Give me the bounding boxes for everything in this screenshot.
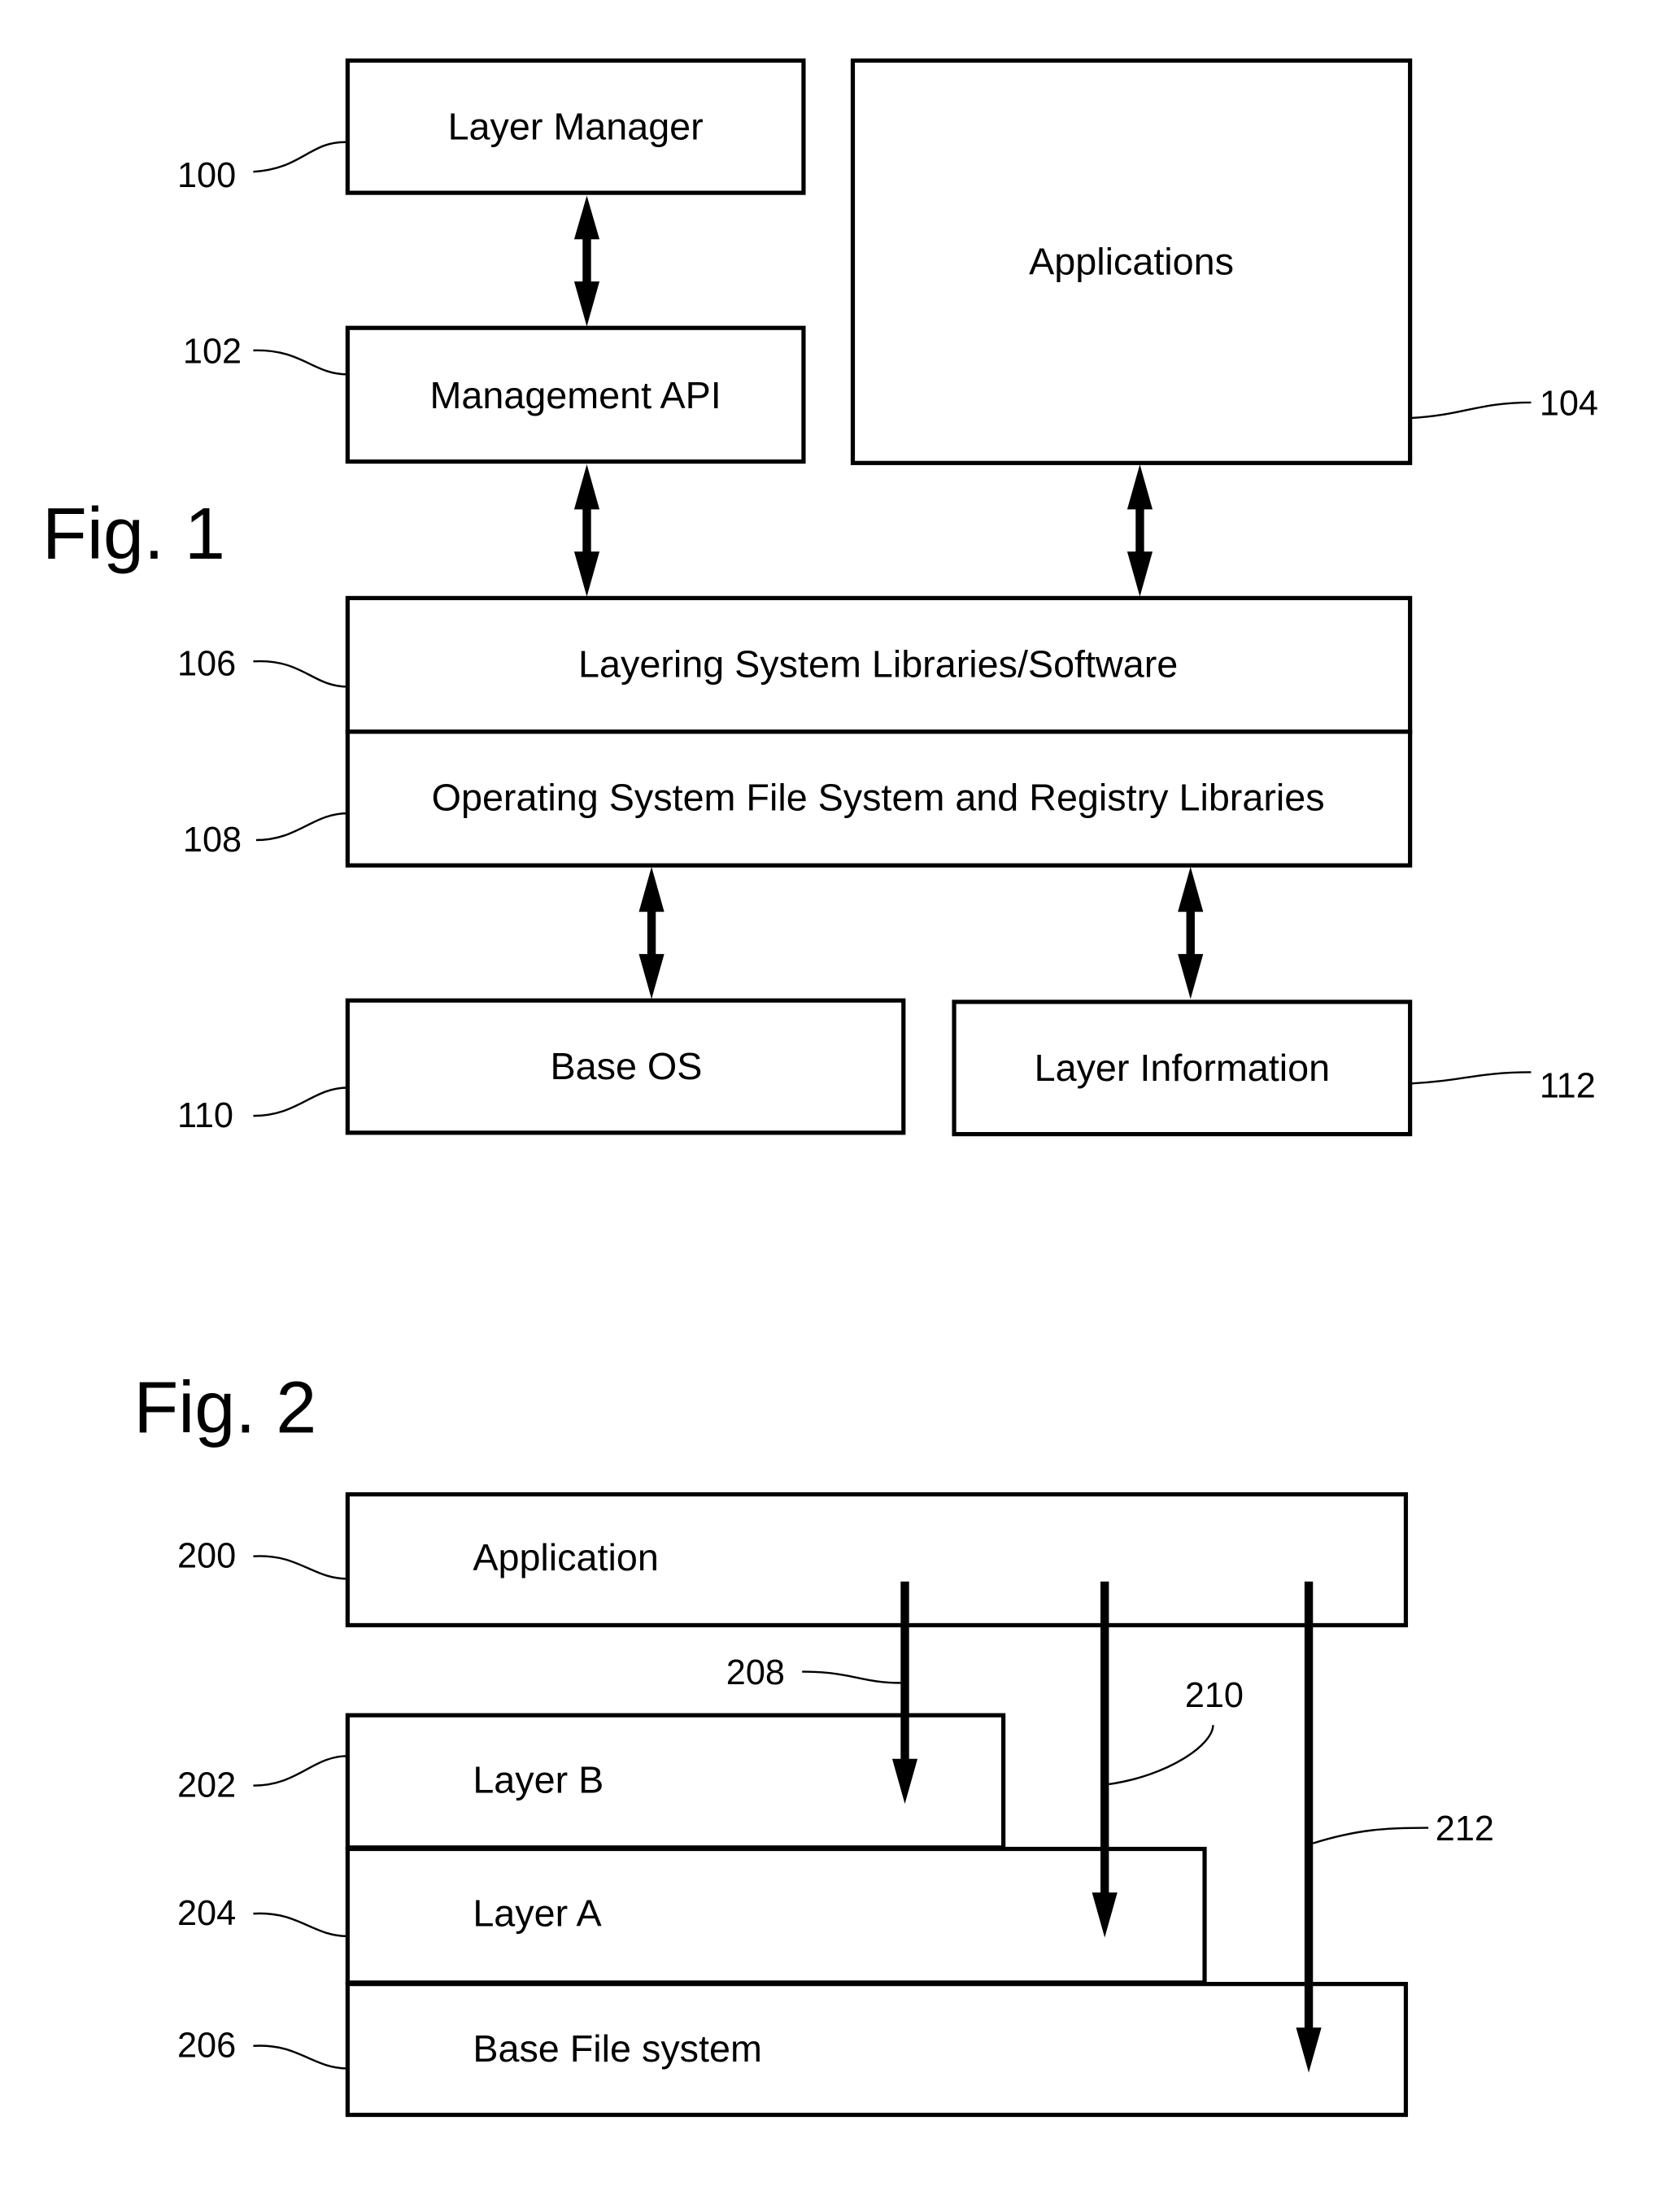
os-libraries-label: Operating System File System and Registr… bbox=[432, 777, 1325, 819]
layering-system-box: Layering System Libraries/Software bbox=[345, 595, 1413, 734]
layer-manager-box: Layer Manager bbox=[345, 58, 806, 195]
os-libraries-box: Operating System File System and Registr… bbox=[345, 729, 1413, 868]
ref-leader-112 bbox=[1411, 1071, 1532, 1085]
ref-leader-104 bbox=[1411, 401, 1532, 420]
ref-204: 204 bbox=[177, 1894, 236, 1933]
arrow-applications-layering-system bbox=[1126, 464, 1153, 597]
ref-leader-106 bbox=[253, 660, 348, 688]
layer-information-box: Layer Information bbox=[952, 999, 1413, 1137]
application-label: Application bbox=[473, 1536, 658, 1578]
base-fs-label: Base File system bbox=[473, 2027, 762, 2070]
applications-box: Applications bbox=[850, 58, 1413, 465]
ref-102: 102 bbox=[183, 332, 242, 371]
ref-leader-110 bbox=[253, 1086, 348, 1117]
ref-leader-102 bbox=[253, 349, 348, 376]
ref-leader-108 bbox=[255, 812, 348, 842]
layering-system-label: Layering System Libraries/Software bbox=[578, 642, 1178, 685]
fig1-title: Fig. 1 bbox=[42, 494, 225, 575]
ref-100: 100 bbox=[177, 156, 236, 195]
arrow-os-libraries-base-os bbox=[638, 866, 665, 999]
layer-a-label: Layer A bbox=[473, 1892, 602, 1935]
ref-leader-210 bbox=[1109, 1725, 1214, 1786]
arrow-os-libraries-layer-information bbox=[1178, 866, 1204, 999]
base-os-label: Base OS bbox=[550, 1045, 702, 1087]
fig2-title: Fig. 2 bbox=[133, 1367, 316, 1448]
ref-112: 112 bbox=[1540, 1067, 1596, 1106]
ref-202: 202 bbox=[177, 1766, 236, 1805]
ref-200: 200 bbox=[177, 1537, 236, 1576]
base-os-box: Base OS bbox=[345, 998, 906, 1135]
layer-information-label: Layer Information bbox=[1035, 1047, 1330, 1089]
ref-leader-202 bbox=[253, 1755, 348, 1787]
ref-leader-208 bbox=[802, 1670, 901, 1684]
ref-208: 208 bbox=[726, 1653, 785, 1692]
ref-106: 106 bbox=[177, 645, 236, 684]
arrow-layer-manager-management-api bbox=[573, 195, 600, 327]
management-api-box: Management API bbox=[345, 325, 806, 464]
application-box: Application bbox=[345, 1491, 1409, 1628]
layer-b-label: Layer B bbox=[473, 1758, 604, 1801]
arrow-management-api-layering-system bbox=[573, 464, 600, 597]
ref-leader-100 bbox=[253, 141, 348, 173]
patent-diagram: Fig. 1 Layer Manager 100 Management API … bbox=[42, 58, 1598, 2118]
ref-104: 104 bbox=[1540, 384, 1598, 423]
layer-a-box: Layer A bbox=[345, 1846, 1207, 1985]
management-api-label: Management API bbox=[430, 374, 721, 416]
ref-110: 110 bbox=[177, 1096, 233, 1135]
base-fs-box: Base File system bbox=[345, 1982, 1409, 2118]
ref-212: 212 bbox=[1436, 1809, 1494, 1848]
ref-leader-200 bbox=[253, 1555, 348, 1580]
ref-leader-212 bbox=[1312, 1827, 1429, 1844]
ref-leader-204 bbox=[253, 1912, 348, 1938]
applications-label: Applications bbox=[1029, 240, 1234, 282]
ref-210: 210 bbox=[1185, 1676, 1244, 1715]
ref-108: 108 bbox=[183, 821, 242, 860]
ref-206: 206 bbox=[177, 2027, 236, 2066]
ref-leader-206 bbox=[253, 2044, 348, 2070]
layer-manager-label: Layer Manager bbox=[448, 105, 704, 147]
